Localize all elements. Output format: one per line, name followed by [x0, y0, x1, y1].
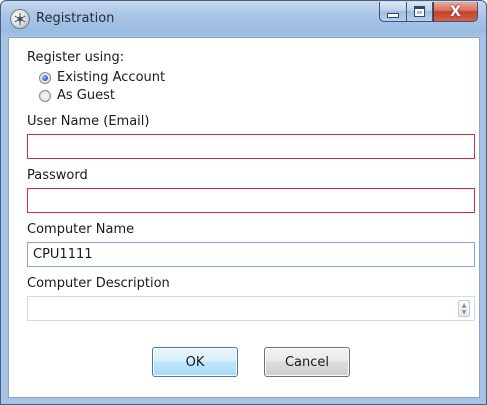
- close-icon: X: [450, 3, 461, 20]
- minimize-button[interactable]: [379, 2, 406, 22]
- computer-name-label: Computer Name: [27, 222, 135, 237]
- radio-label-existing-account: Existing Account: [57, 70, 166, 85]
- register-using-label: Register using:: [27, 50, 125, 65]
- maximize-button[interactable]: [406, 2, 433, 22]
- password-label: Password: [27, 168, 88, 183]
- spinner-arrows-icon[interactable]: ▲ ▼: [458, 300, 470, 317]
- username-input[interactable]: [27, 134, 475, 159]
- password-input[interactable]: [27, 188, 475, 213]
- snowflake-app-icon[interactable]: [10, 9, 30, 29]
- close-button[interactable]: X: [433, 2, 478, 22]
- computer-description-field[interactable]: ▲ ▼: [27, 296, 475, 321]
- radio-label-as-guest: As Guest: [57, 88, 115, 103]
- radio-as-guest[interactable]: As Guest: [39, 88, 115, 104]
- username-label: User Name (Email): [27, 114, 150, 129]
- radio-button-checked[interactable]: [39, 72, 51, 84]
- maximize-icon: [414, 6, 425, 17]
- cancel-button[interactable]: Cancel: [264, 347, 350, 377]
- window-title: Registration: [36, 11, 115, 26]
- radio-button-unchecked[interactable]: [39, 90, 51, 102]
- minimize-icon: [387, 13, 399, 18]
- dialog-content: Register using: Existing Account As Gues…: [8, 37, 480, 398]
- computer-description-label: Computer Description: [27, 276, 170, 291]
- registration-window: Registration X Register using: Existing …: [0, 0, 487, 405]
- computer-name-input[interactable]: [27, 242, 475, 267]
- caption-buttons: X: [379, 2, 478, 23]
- title-bar[interactable]: Registration X: [1, 1, 486, 37]
- radio-existing-account[interactable]: Existing Account: [39, 70, 165, 86]
- ok-button[interactable]: OK: [152, 347, 238, 377]
